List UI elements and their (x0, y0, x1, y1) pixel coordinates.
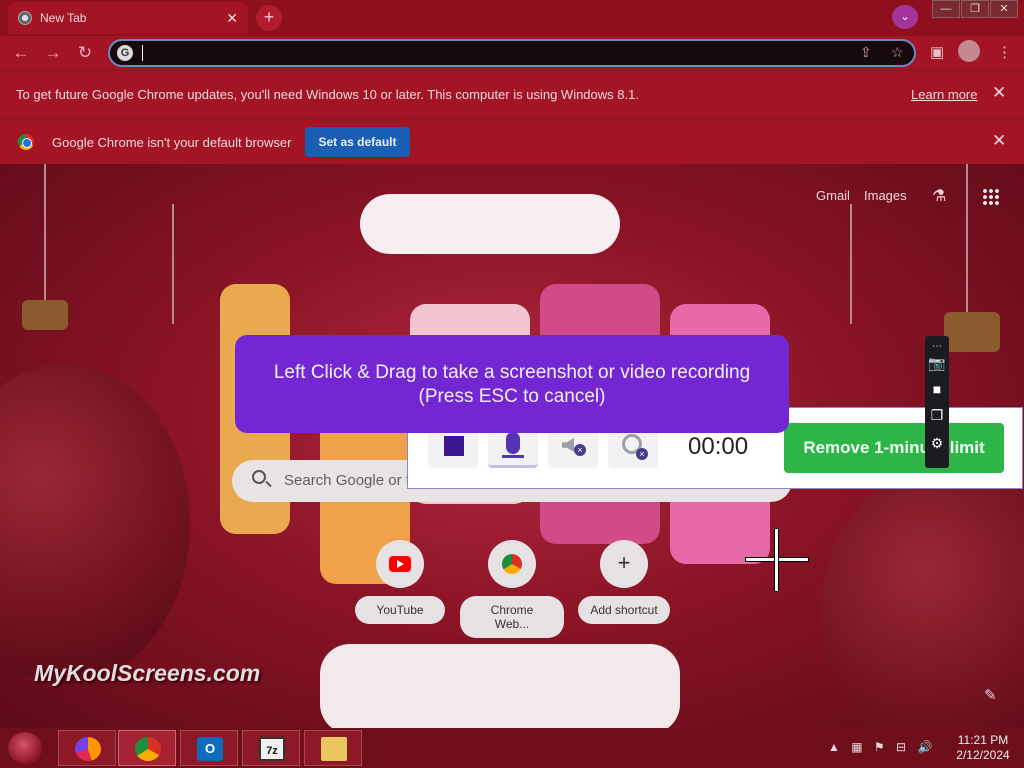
profile-avatar[interactable] (958, 40, 980, 62)
volume-icon[interactable]: 🔊 (917, 740, 932, 754)
tray-app-icon[interactable]: ▦ (851, 740, 862, 754)
video-camera-icon[interactable]: ■ (928, 380, 946, 398)
youtube-icon (389, 556, 411, 572)
browser-toolbar: ← → ↻ G ⇪ ☆ ▣ ⋮ (0, 36, 1024, 70)
shortcut-chrome-web-store[interactable]: Chrome Web... (460, 540, 564, 638)
action-center-flag-icon[interactable]: ⚑ (874, 740, 885, 754)
firefox-icon (75, 737, 101, 761)
reload-icon[interactable]: ↻ (74, 42, 96, 64)
labs-flask-icon[interactable]: ⚗ (932, 186, 946, 206)
taskbar-file-explorer[interactable] (304, 730, 362, 766)
taskbar-firefox[interactable] (58, 730, 116, 766)
chrome-favicon-icon (18, 11, 32, 25)
show-hidden-icons-icon[interactable]: ▲ (828, 740, 840, 754)
shortcut-label: Chrome Web... (460, 596, 564, 638)
plus-icon: + (617, 550, 631, 575)
taskbar-chrome[interactable] (118, 730, 176, 766)
capture-side-toolbar: ⋯ 📷 ■ ❐ ⚙ (925, 336, 949, 468)
chrome-icon (135, 737, 161, 761)
google-apps-icon[interactable] (982, 188, 1000, 206)
update-message: To get future Google Chrome updates, you… (16, 87, 639, 102)
restore-button[interactable]: ❐ (961, 0, 989, 18)
taskbar-outlook[interactable]: O (180, 730, 238, 766)
shortcut-tile (376, 540, 424, 588)
set-as-default-button[interactable]: Set as default (305, 127, 410, 157)
camera-icon[interactable]: 📷 (928, 354, 946, 372)
microphone-icon (506, 432, 520, 454)
windows-taskbar: O 7z ▲ ▦ ⚑ ⊟ 🔊 11:21 PM 2/12/2024 (0, 728, 1024, 768)
customize-pencil-icon[interactable]: ✎ (984, 686, 997, 704)
chrome-logo-icon (18, 134, 34, 150)
remove-limit-button[interactable]: Remove 1-minute limit (784, 423, 1004, 473)
minimize-button[interactable]: — (932, 0, 960, 18)
chrome-web-store-icon (502, 554, 522, 574)
forward-icon[interactable]: → (42, 42, 64, 64)
network-icon[interactable]: ⊟ (896, 740, 906, 754)
address-bar[interactable]: G ⇪ ☆ (108, 39, 916, 67)
disabled-badge-icon: × (636, 448, 648, 460)
shortcut-label: Add shortcut (578, 596, 670, 624)
clock-date: 2/12/2024 (956, 748, 1010, 762)
disabled-badge-icon: × (574, 444, 586, 456)
shortcut-add[interactable]: + Add shortcut (572, 540, 676, 632)
shortcut-tile: + (600, 540, 648, 588)
capture-instruction-banner: Left Click & Drag to take a screenshot o… (235, 335, 789, 433)
gmail-link[interactable]: Gmail (816, 188, 850, 203)
taskbar-clock[interactable]: 11:21 PM 2/12/2024 (948, 733, 1018, 763)
system-tray: ▲ ▦ ⚑ ⊟ 🔊 (828, 740, 940, 754)
menu-kebab-icon[interactable]: ⋮ (997, 43, 1012, 61)
new-tab-button[interactable]: + (256, 5, 282, 31)
images-link[interactable]: Images (864, 188, 907, 203)
ornament-cap (22, 300, 68, 330)
clock-time: 11:21 PM (957, 733, 1009, 747)
ornament-left (0, 364, 190, 684)
watermark: MyKoolScreens.com (34, 660, 261, 686)
microphone-stand (502, 455, 524, 458)
outlook-icon: O (197, 737, 223, 761)
window-controls: — ❐ ✕ (931, 0, 1018, 18)
window-close-button[interactable]: ✕ (990, 0, 1018, 18)
capture-instruction-line1: Left Click & Drag to take a screenshot o… (273, 362, 751, 383)
close-icon[interactable]: ✕ (992, 131, 1006, 151)
crosshair-cursor-icon (745, 528, 809, 592)
bookmark-star-icon[interactable]: ☆ (891, 44, 904, 61)
start-button[interactable] (8, 732, 42, 764)
text-cursor (142, 45, 143, 61)
recording-timer: 00:00 (688, 433, 749, 460)
shortcut-tile (488, 540, 536, 588)
tab-title: New Tab (40, 11, 87, 25)
tab-new-tab[interactable]: New Tab ✕ (8, 2, 248, 34)
tab-strip: New Tab ✕ + ⌄ — ❐ ✕ (0, 0, 1024, 36)
7zip-icon: 7z (259, 737, 285, 761)
tab-search-icon[interactable]: ⌄ (892, 5, 918, 29)
settings-gear-icon[interactable]: ⚙ (928, 434, 946, 452)
window-select-icon[interactable]: ❐ (928, 406, 946, 424)
back-icon[interactable]: ← (10, 42, 32, 64)
close-icon[interactable]: ✕ (992, 83, 1006, 103)
tab-close-icon[interactable]: ✕ (226, 10, 238, 27)
side-panel-icon[interactable]: ▣ (930, 43, 944, 61)
file-explorer-icon (321, 737, 347, 761)
google-g-icon: G (117, 45, 133, 61)
taskbar-7zip[interactable]: 7z (242, 730, 300, 766)
default-browser-message: Google Chrome isn't your default browser (52, 135, 292, 150)
ornament-string (44, 164, 46, 304)
ornament-string (966, 164, 968, 314)
shortcut-youtube[interactable]: YouTube (348, 540, 452, 632)
share-icon[interactable]: ⇪ (860, 44, 872, 61)
update-infobar: To get future Google Chrome updates, you… (0, 70, 1024, 118)
ornament-string (850, 204, 852, 324)
search-icon (252, 470, 266, 484)
capture-instruction-line2: (Press ESC to cancel) (418, 386, 606, 407)
default-browser-infobar: Google Chrome isn't your default browser… (0, 118, 1024, 164)
speaker-muted-icon (562, 438, 574, 452)
ornament-cap (944, 312, 1000, 352)
learn-more-link[interactable]: Learn more (911, 87, 977, 102)
shortcut-label: YouTube (355, 596, 445, 624)
ornament-string (172, 204, 174, 324)
stop-icon (444, 436, 464, 456)
